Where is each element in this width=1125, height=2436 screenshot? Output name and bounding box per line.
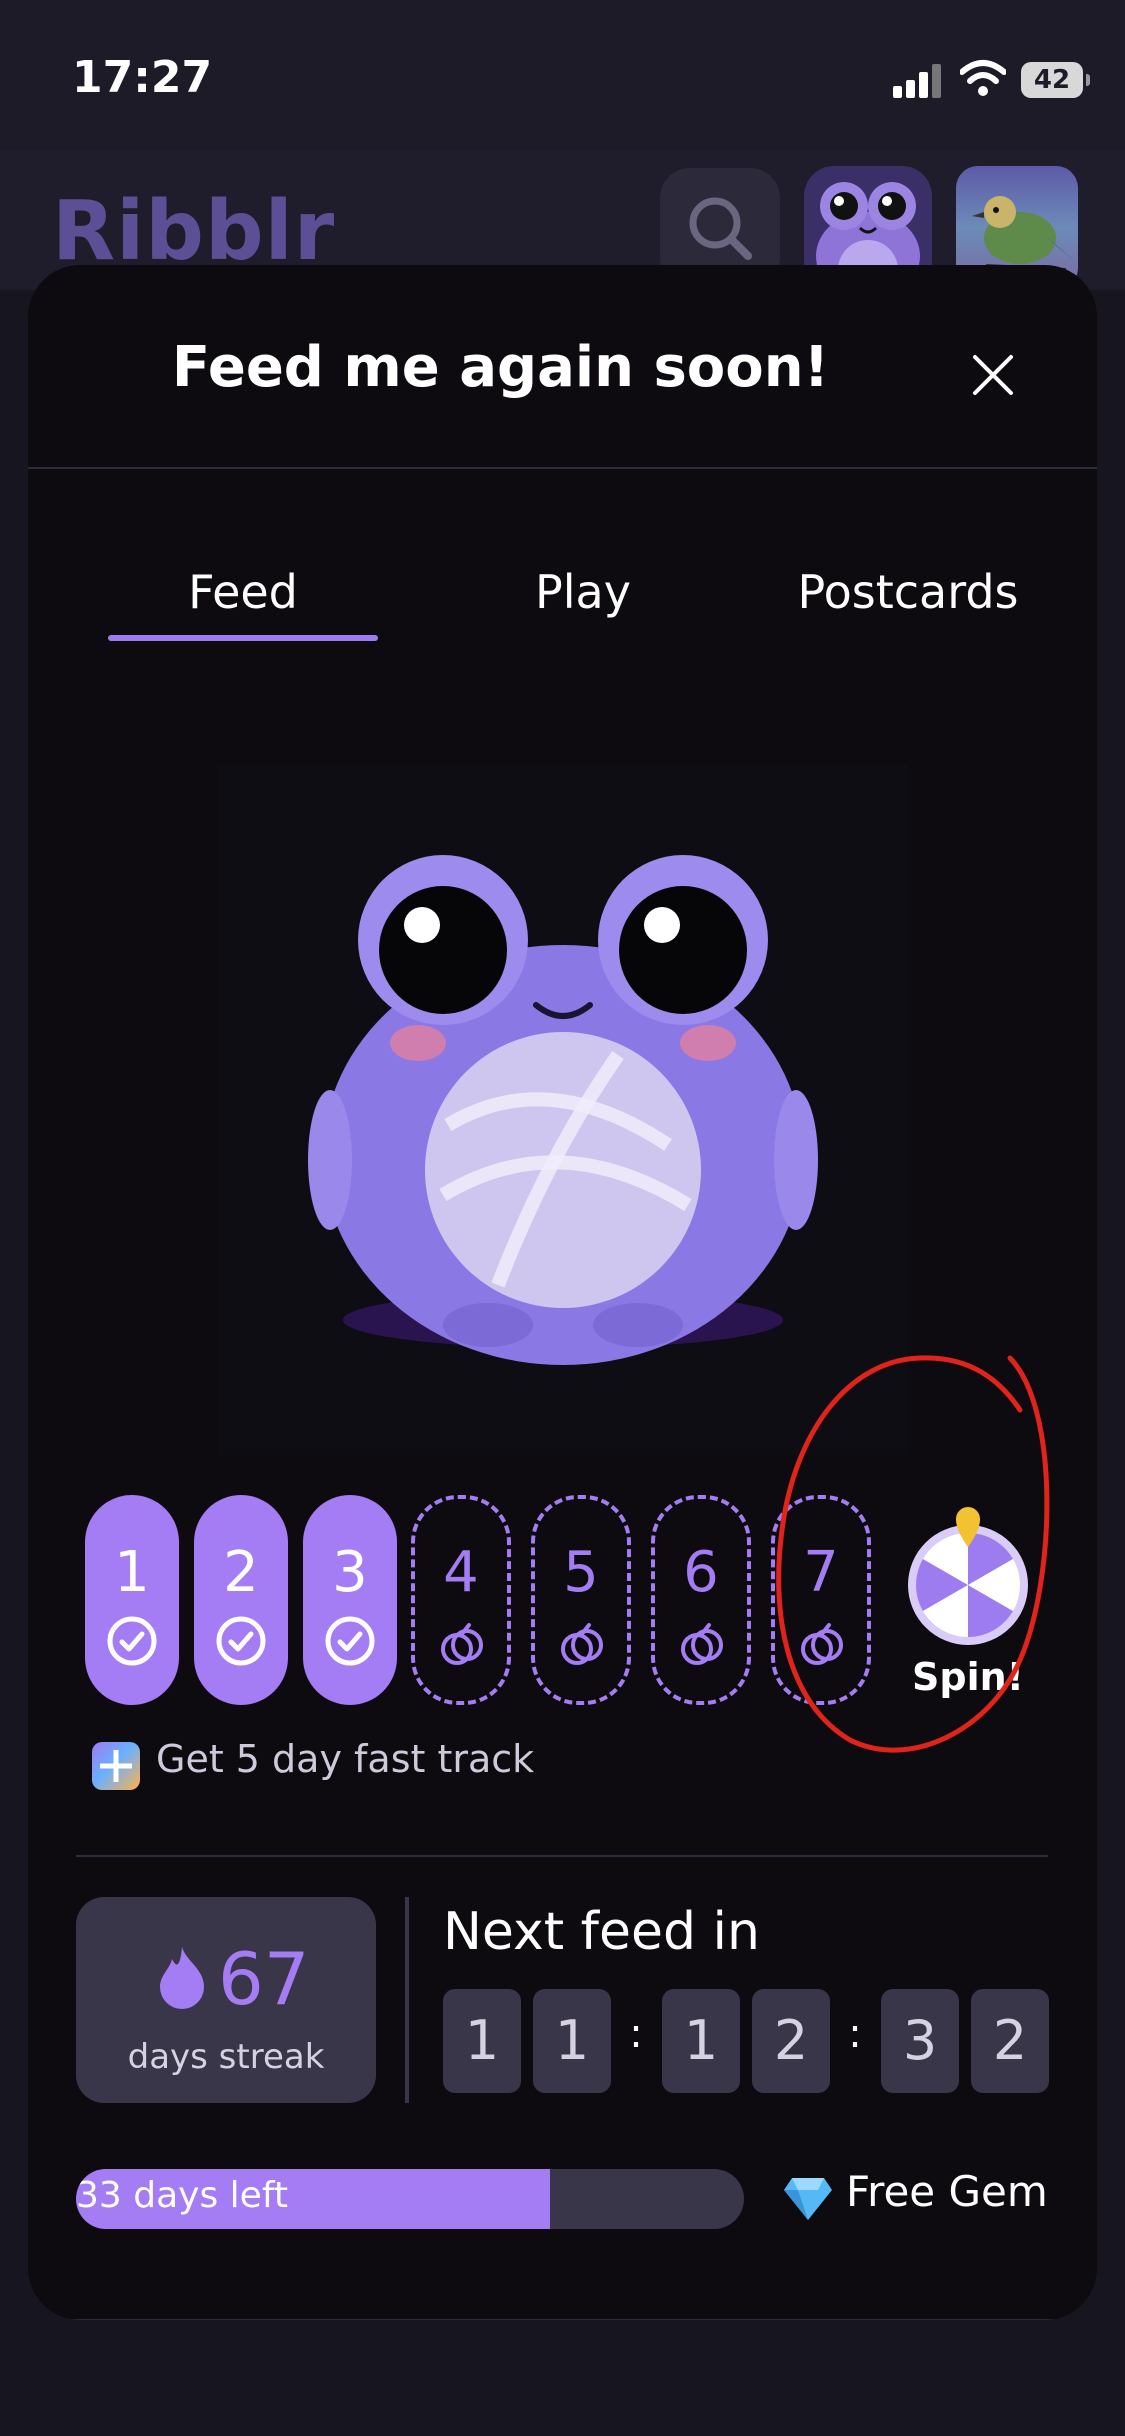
streak-progress-bar: 33 days left xyxy=(76,2169,744,2229)
timer-digit: 2 xyxy=(752,1989,830,2093)
day-7-pill: 7 xyxy=(771,1495,871,1705)
fast-track-link[interactable]: Get 5 day fast track xyxy=(156,1737,534,1781)
day-1-pill: 1 xyxy=(85,1495,179,1705)
cellular-signal-icon xyxy=(893,62,943,98)
day-number: 4 xyxy=(443,1540,479,1605)
streak-label: days streak xyxy=(127,2037,325,2077)
yarn-food-icon xyxy=(801,1623,843,1665)
yarn-food-icon xyxy=(561,1623,603,1665)
spin-wheel-icon[interactable] xyxy=(898,1505,1038,1645)
next-feed-label: Next feed in xyxy=(443,1902,760,1962)
wifi-icon xyxy=(960,60,1006,96)
timer-digit: 3 xyxy=(881,1989,959,2093)
streak-card: 67 days streak xyxy=(76,1897,376,2103)
day-number: 7 xyxy=(803,1540,839,1605)
timer-digit: 1 xyxy=(443,1989,521,2093)
timer-digit: 1 xyxy=(533,1989,611,2093)
day-number: 2 xyxy=(223,1540,259,1605)
checkmark-icon xyxy=(325,1616,375,1666)
tab-play[interactable]: Play xyxy=(448,565,718,645)
day-number: 1 xyxy=(114,1540,150,1605)
day-number: 6 xyxy=(683,1540,719,1605)
timer-separator: : xyxy=(848,2011,862,2057)
day-5-pill: 5 xyxy=(531,1495,631,1705)
yarn-food-icon xyxy=(441,1623,483,1665)
gem-icon xyxy=(784,2178,832,2220)
status-time: 17:27 xyxy=(72,52,213,103)
frog-pet-illustration[interactable] xyxy=(218,765,908,1455)
flame-icon xyxy=(160,1947,204,2009)
timer-digit: 2 xyxy=(971,1989,1049,2093)
battery-indicator: 42 xyxy=(1021,62,1090,98)
day-number: 5 xyxy=(563,1540,599,1605)
pet-display xyxy=(218,765,908,1455)
modal-title: Feed me again soon! xyxy=(171,335,830,400)
day-3-pill: 3 xyxy=(303,1495,397,1705)
day-number: 3 xyxy=(332,1540,368,1605)
tab-feed[interactable]: Feed xyxy=(108,565,378,645)
progress-label: 33 days left xyxy=(76,2175,288,2216)
footer-divider xyxy=(28,2319,1097,2320)
day-6-pill: 6 xyxy=(651,1495,751,1705)
close-icon[interactable] xyxy=(963,345,1023,405)
active-tab-indicator xyxy=(108,635,378,641)
tab-postcards[interactable]: Postcards xyxy=(748,565,1068,645)
vertical-divider xyxy=(405,1897,409,2103)
header-divider xyxy=(28,467,1097,469)
timer-separator: : xyxy=(629,2011,643,2057)
day-2-pill: 2 xyxy=(194,1495,288,1705)
fast-track-icon[interactable] xyxy=(92,1742,140,1790)
spin-button-label[interactable]: Spin! xyxy=(888,1655,1048,1699)
feed-modal: Feed me again soon! Feed Play Postcards xyxy=(28,265,1097,2320)
status-bar: 17:27 42 xyxy=(0,0,1125,150)
free-gem-label: Free Gem xyxy=(846,2167,1048,2216)
yarn-food-icon xyxy=(681,1623,723,1665)
checkmark-icon xyxy=(216,1616,266,1666)
section-divider xyxy=(76,1855,1048,1857)
day-4-pill: 4 xyxy=(411,1495,511,1705)
checkmark-icon xyxy=(107,1616,157,1666)
streak-count: 67 xyxy=(218,1937,310,2021)
timer-digit: 1 xyxy=(662,1989,740,2093)
